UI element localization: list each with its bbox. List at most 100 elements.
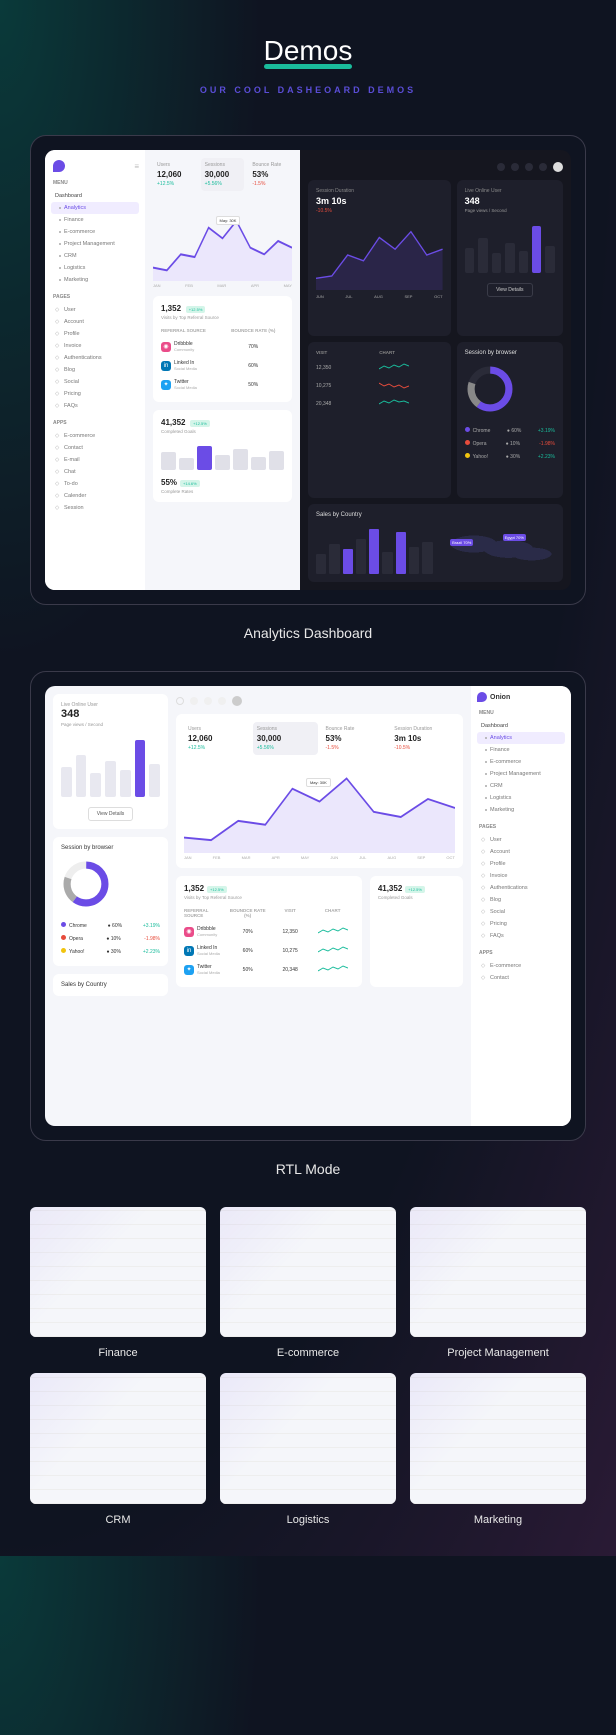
theme-icon[interactable] xyxy=(539,163,547,171)
sidebar-item-marketing[interactable]: Marketing xyxy=(51,274,139,286)
sessions-chart: May: 30K xyxy=(153,201,292,281)
sidebar-item[interactable]: ◇Social xyxy=(477,906,565,918)
sidebar-item[interactable]: ◇E-commerce xyxy=(477,960,565,972)
sidebar-item[interactable]: ◇Blog xyxy=(477,894,565,906)
thumb-crm[interactable]: CRM xyxy=(30,1373,206,1525)
sidebar-item-finance[interactable]: Finance xyxy=(51,214,139,226)
topbar xyxy=(308,158,563,180)
stat-bounce: Bounce Rate 53% -1.5% xyxy=(248,158,292,191)
browser-card-rtl: Session by browser Chrome● 60%+3.19% Ope… xyxy=(53,837,168,966)
avatar[interactable] xyxy=(553,162,563,172)
sidebar-app-ecom[interactable]: ◇E-commerce xyxy=(51,430,139,442)
hero: Demos OUR COOL DASHEOARD DEMOS xyxy=(0,0,616,115)
thumb-ecommerce[interactable]: E-commerce xyxy=(220,1207,396,1359)
thumb-finance[interactable]: Finance xyxy=(30,1207,206,1359)
search-icon[interactable] xyxy=(497,163,505,171)
view-details-button[interactable]: View Details xyxy=(88,807,133,821)
sidebar-item[interactable]: Finance xyxy=(477,744,565,756)
table-row: ◉DribbbleCommunity 70% xyxy=(161,337,284,356)
sidebar-app-todo[interactable]: ◇To-do xyxy=(51,478,139,490)
sidebar-item[interactable]: ◇Pricing xyxy=(477,918,565,930)
sidebar-item-account[interactable]: ◇Account xyxy=(51,316,139,328)
goals-card-rtl: 41,352+12.5% Completed Goals xyxy=(370,876,463,987)
live-users-card: Live Online User 348 Page views / Second… xyxy=(457,180,563,336)
sidebar-item[interactable]: ◇Authentications xyxy=(477,882,565,894)
map-pin: Egypt 70% xyxy=(503,534,526,541)
sidebar-app-email[interactable]: ◇E-mail xyxy=(51,454,139,466)
avatar[interactable] xyxy=(232,696,242,706)
sidebar-head-pages: PAGES xyxy=(53,294,139,300)
sidebar-item-logistics[interactable]: Logistics xyxy=(51,262,139,274)
browser-row: Yahoo!● 30%+2.23% xyxy=(465,450,555,463)
sidebar-item-crm[interactable]: CRM xyxy=(51,250,139,262)
table-row: inLinked InSocial Media 60% xyxy=(161,356,284,375)
map-pin: Brazil 70% xyxy=(450,539,473,546)
twitter-icon: ✦ xyxy=(161,380,171,390)
thumb-pm[interactable]: Project Management xyxy=(410,1207,586,1359)
notifications-icon[interactable] xyxy=(204,697,212,705)
browser-row: Opera● 10%-1.98% xyxy=(465,437,555,450)
sidebar-item-pm[interactable]: Project Management xyxy=(51,238,139,250)
sidebar-item[interactable]: E-commerce xyxy=(477,756,565,768)
sidebar-item[interactable]: ◇FAQs xyxy=(477,930,565,942)
sidebar-item[interactable]: ◇User xyxy=(477,834,565,846)
sidebar-item-analytics[interactable]: Analytics xyxy=(477,732,565,744)
brand-name: Onion xyxy=(490,694,510,701)
topbar-rtl xyxy=(176,694,463,714)
sidebar-item-dashboard[interactable]: Dashboard xyxy=(51,190,139,202)
live-bars xyxy=(465,223,555,273)
visits-card-rtl: 1,352+12.5% Visits by Top Referral Sourc… xyxy=(176,876,362,987)
dribbble-icon: ◉ xyxy=(161,342,171,352)
table-row: ✦TwitterSocial Media 50% xyxy=(161,375,284,394)
sidebar-item-analytics[interactable]: Analytics xyxy=(51,202,139,214)
stat-sessions: Sessions 30,000 +5.56% xyxy=(201,158,245,191)
sidebar-item-faqs[interactable]: ◇FAQs xyxy=(51,400,139,412)
sidebar-app-session[interactable]: ◇Session xyxy=(51,502,139,514)
panel-label-analytics: Analytics Dashboard xyxy=(0,625,616,641)
thumb-logistics[interactable]: Logistics xyxy=(220,1373,396,1525)
sidebar-item-pricing[interactable]: ◇Pricing xyxy=(51,388,139,400)
sidebar-app-chat[interactable]: ◇Chat xyxy=(51,466,139,478)
sidebar-item[interactable]: Project Management xyxy=(477,768,565,780)
sidebar-item[interactable]: ◇Profile xyxy=(477,858,565,870)
sidebar-app-calendar[interactable]: ◇Calender xyxy=(51,490,139,502)
collapse-icon[interactable]: ≡ xyxy=(134,162,139,171)
sidebar-item-blog[interactable]: ◇Blog xyxy=(51,364,139,376)
page-subtitle: OUR COOL DASHEOARD DEMOS xyxy=(0,85,616,95)
sidebar-item-auth[interactable]: ◇Authentications xyxy=(51,352,139,364)
sidebar-head-apps: APPS xyxy=(53,420,139,426)
linkedin-icon: in xyxy=(161,361,171,371)
search-icon[interactable] xyxy=(176,697,184,705)
sidebar-item-dashboard[interactable]: Dashboard xyxy=(477,720,565,732)
sidebar-rtl: Onion MENU Dashboard Analytics Finance E… xyxy=(471,686,571,1126)
goals-bars xyxy=(161,440,284,470)
visits-badge: +12.5% xyxy=(186,306,206,313)
page-title: Demos xyxy=(264,35,353,67)
sidebar-item-social[interactable]: ◇Social xyxy=(51,376,139,388)
sidebar-app-contact[interactable]: ◇Contact xyxy=(51,442,139,454)
sidebar-item[interactable]: ◇Contact xyxy=(477,972,565,984)
goals-card: 41,352 +12.5% Completed Goals 55%+14.6% … xyxy=(153,410,292,502)
sidebar-item-user[interactable]: ◇User xyxy=(51,304,139,316)
add-icon[interactable] xyxy=(190,697,198,705)
sidebar-head-menu: MENU xyxy=(53,180,139,186)
live-users-card-rtl: Live Online User 348 Page views / Second… xyxy=(53,694,168,829)
sales-bars xyxy=(316,524,433,574)
sales-country-rtl: Sales by Country xyxy=(53,974,168,996)
notifications-icon[interactable] xyxy=(511,163,519,171)
browser-donut-icon xyxy=(465,364,515,414)
world-map: Brazil 70% Egypt 70% xyxy=(439,524,556,574)
thumb-marketing[interactable]: Marketing xyxy=(410,1373,586,1525)
view-details-button[interactable]: View Details xyxy=(487,283,532,297)
sidebar-item-ecommerce[interactable]: E-commerce xyxy=(51,226,139,238)
sidebar-item[interactable]: CRM xyxy=(477,780,565,792)
sidebar-item[interactable]: ◇Invoice xyxy=(477,870,565,882)
stat-duration-dark: Session Duration 3m 10s -10.5% JUNJULAUG… xyxy=(308,180,451,336)
sidebar-item[interactable]: Marketing xyxy=(477,804,565,816)
sidebar-item-invoice[interactable]: ◇Invoice xyxy=(51,340,139,352)
sidebar-item[interactable]: ◇Account xyxy=(477,846,565,858)
sidebar-item-profile[interactable]: ◇Profile xyxy=(51,328,139,340)
sidebar-item[interactable]: Logistics xyxy=(477,792,565,804)
settings-icon[interactable] xyxy=(525,163,533,171)
apps-icon[interactable] xyxy=(218,697,226,705)
